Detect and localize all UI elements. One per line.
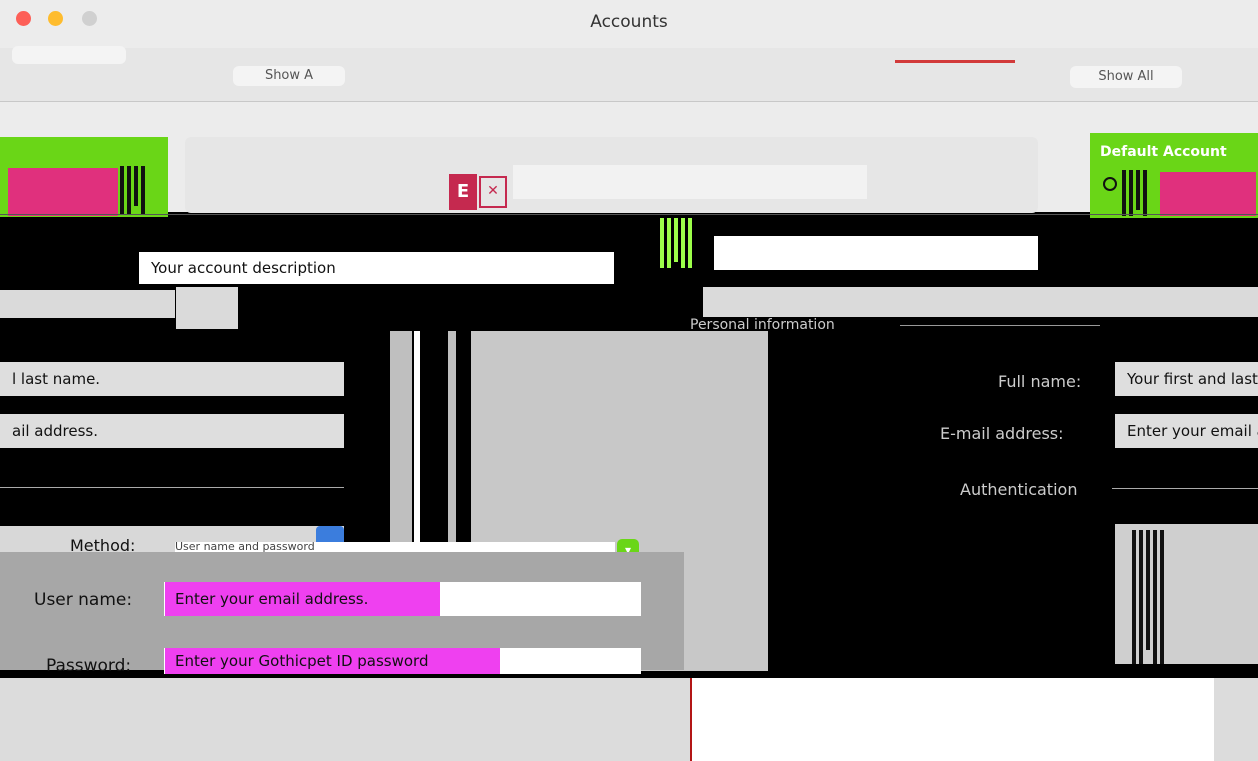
account-name-field[interactable] bbox=[513, 165, 867, 199]
authentication-section-title: Authentication bbox=[960, 480, 1078, 499]
exchange-e-icon: E bbox=[449, 174, 477, 210]
barcode-decoration-auth bbox=[1132, 530, 1164, 664]
auth-rule-left bbox=[0, 487, 344, 488]
exchange-logo-icon: E ✕ bbox=[449, 168, 507, 216]
default-radio-icon[interactable] bbox=[1103, 177, 1117, 191]
bottom-left-panel bbox=[0, 678, 690, 761]
full-name-field-left[interactable]: l last name. bbox=[0, 362, 344, 396]
show-all-button[interactable]: Show A bbox=[233, 66, 345, 86]
email-field-left[interactable]: ail address. bbox=[0, 414, 344, 448]
gray-block-right bbox=[703, 287, 1258, 317]
bottom-center-panel bbox=[692, 678, 1214, 761]
default-account-label: Default Account bbox=[1100, 144, 1227, 160]
password-placeholder: Enter your Gothicpet ID password bbox=[165, 648, 500, 674]
method-select[interactable]: User name and password bbox=[175, 542, 615, 552]
barcode-decoration-right bbox=[1122, 170, 1147, 216]
email-label: E-mail address: bbox=[940, 424, 1064, 443]
account-description-field[interactable]: Your account description bbox=[139, 252, 614, 284]
account-description-right-field[interactable] bbox=[714, 236, 1038, 270]
gray-block-small bbox=[176, 287, 238, 329]
barcode-decoration-middle bbox=[660, 218, 692, 268]
gray-block-left bbox=[0, 290, 175, 318]
toolbar-accent-line bbox=[895, 60, 1015, 63]
separator-line bbox=[0, 214, 1258, 215]
show-all-tab[interactable] bbox=[12, 46, 126, 64]
full-name-label: Full name: bbox=[998, 372, 1082, 391]
user-name-placeholder: Enter your email address. bbox=[165, 582, 440, 616]
window-title: Accounts bbox=[590, 12, 668, 32]
show-all-right-button[interactable]: Show All bbox=[1070, 66, 1182, 88]
account-avatar-right bbox=[1160, 172, 1256, 216]
exchange-x-icon: ✕ bbox=[479, 176, 507, 208]
bottom-right-panel bbox=[1214, 678, 1258, 761]
full-name-field[interactable]: Your first and last name. bbox=[1115, 362, 1258, 396]
account-avatar-left bbox=[8, 168, 118, 216]
authentication-rule bbox=[1112, 488, 1258, 489]
barcode-decoration-left bbox=[120, 166, 145, 214]
email-field[interactable]: Enter your email address. bbox=[1115, 414, 1258, 448]
user-name-label: User name: bbox=[34, 590, 133, 610]
personal-info-rule bbox=[900, 325, 1100, 326]
password-label: Password: bbox=[46, 656, 132, 676]
